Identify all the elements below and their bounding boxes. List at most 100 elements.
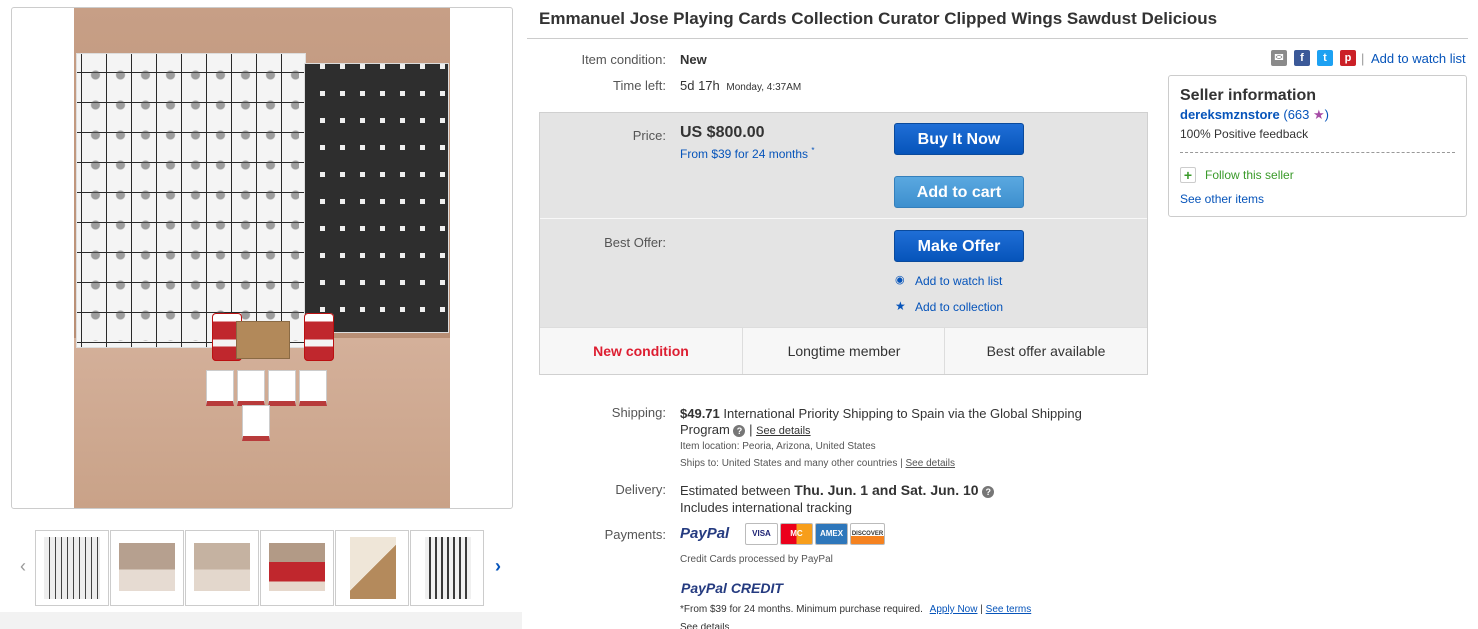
thumbnail[interactable] xyxy=(410,530,484,606)
help-icon[interactable]: ? xyxy=(733,425,746,437)
delivery-tracking: Includes international tracking xyxy=(680,500,852,515)
discover-icon: DISCOVER xyxy=(850,523,885,545)
item-location-row: Item location: Peoria, Arizona, United S… xyxy=(680,441,876,452)
star-icon: ★ xyxy=(895,299,906,313)
paypal-credit-terms: *From $39 for 24 months. Minimum purchas… xyxy=(680,604,923,615)
price-label: Price: xyxy=(632,128,666,143)
thumbnail-image xyxy=(194,543,250,591)
feature-longtime-member: Longtime member xyxy=(787,343,901,359)
payments-label: Payments: xyxy=(604,527,666,542)
card-deck xyxy=(242,405,270,441)
follow-seller-link[interactable]: Follow this seller xyxy=(1205,168,1294,182)
shipping-separator: | xyxy=(749,422,753,437)
thank-you-card xyxy=(236,321,290,359)
condition-value: New xyxy=(680,52,707,67)
time-left-label: Time left: xyxy=(613,78,666,93)
thumbnail-image xyxy=(119,543,175,591)
paypal-logo: PayPal xyxy=(680,525,730,542)
mastercard-icon: MC xyxy=(780,523,813,545)
see-terms-link[interactable]: See terms xyxy=(986,604,1032,615)
thumbnail-image xyxy=(269,543,325,591)
shipping-details-link[interactable]: See details xyxy=(756,425,810,437)
make-offer-button[interactable]: Make Offer xyxy=(894,230,1024,262)
pinterest-icon[interactable]: p xyxy=(1340,50,1356,66)
main-image-frame[interactable] xyxy=(11,7,513,509)
item-location-label: Item location: xyxy=(680,441,740,452)
delivery-prefix: Estimated between xyxy=(680,483,791,498)
shipping-label: Shipping: xyxy=(611,405,666,420)
thumbnail[interactable] xyxy=(335,530,409,606)
uncut-sheet-dark xyxy=(304,63,449,333)
ships-to-value: United States and many other countries | xyxy=(721,458,903,469)
seller-heading: Seller information xyxy=(1180,87,1317,104)
visa-icon: VISA xyxy=(745,523,778,545)
twitter-icon[interactable]: t xyxy=(1317,50,1333,66)
item-location-value: Peoria, Arizona, United States xyxy=(742,441,876,452)
uncut-sheet-white xyxy=(76,53,306,348)
add-to-watch-list-link[interactable]: Add to watch list xyxy=(915,274,1002,288)
card-deck xyxy=(206,370,234,406)
credit-cards-processed: Credit Cards processed by PayPal xyxy=(680,554,833,565)
condition-label: Item condition: xyxy=(581,52,666,67)
thumbnail-prev-icon[interactable]: ‹ xyxy=(14,556,32,576)
shipping-service: International Priority Shipping to Spain… xyxy=(723,406,1082,421)
shipping-cost: $49.71 xyxy=(680,406,720,421)
facebook-icon[interactable]: f xyxy=(1294,50,1310,66)
see-other-items-link[interactable]: See other items xyxy=(1180,192,1264,206)
financing-mark: * xyxy=(811,146,815,155)
terms-separator: | xyxy=(980,604,983,615)
seller-divider xyxy=(1180,152,1455,153)
ships-to-details-link[interactable]: See details xyxy=(906,458,955,469)
apply-now-link[interactable]: Apply Now xyxy=(930,604,978,615)
positive-feedback: 100% Positive feedback xyxy=(1180,127,1309,141)
feedback-star-icon: ★ xyxy=(1313,107,1325,122)
main-product-photo[interactable] xyxy=(74,8,450,508)
feedback-close: ) xyxy=(1324,107,1330,122)
thumbnail-image xyxy=(44,537,100,599)
title-divider xyxy=(527,38,1468,39)
time-left-duration: 5d 17h xyxy=(680,78,720,93)
feature-strip: New condition Longtime member Best offer… xyxy=(540,327,1147,374)
time-left-value: 5d 17h Monday, 4:37AM xyxy=(680,78,801,93)
thumbnail[interactable] xyxy=(185,530,259,606)
add-to-collection-link[interactable]: Add to collection xyxy=(915,300,1003,314)
seller-name-link[interactable]: dereksmznstore xyxy=(1180,107,1280,122)
financing-text: From $39 for 24 months xyxy=(680,147,809,161)
thumbnail-image xyxy=(350,537,396,599)
time-left-end: Monday, 4:37AM xyxy=(726,82,802,93)
plus-icon[interactable]: + xyxy=(1180,167,1196,183)
financing-link[interactable]: From $39 for 24 months * xyxy=(680,146,815,161)
thumbnail-strip-background xyxy=(0,612,522,629)
thumbnail[interactable] xyxy=(260,530,334,606)
seller-info-box: Seller information dereksmznstore (663 ★… xyxy=(1168,75,1467,217)
feedback-score-link[interactable]: 663 xyxy=(1288,107,1310,122)
thumbnail[interactable] xyxy=(35,530,109,606)
add-to-cart-button[interactable]: Add to cart xyxy=(894,176,1024,208)
paypal-credit-terms-row: *From $39 for 24 months. Minimum purchas… xyxy=(680,604,1031,615)
help-icon[interactable]: ? xyxy=(982,486,995,498)
ships-to-label: Ships to: xyxy=(680,458,719,469)
thumbnail[interactable] xyxy=(110,530,184,606)
feature-new-condition: New condition xyxy=(593,343,689,359)
buy-it-now-button[interactable]: Buy It Now xyxy=(894,123,1024,155)
payments-see-details-link[interactable]: See details xyxy=(680,623,729,629)
email-icon[interactable]: ✉ xyxy=(1271,50,1287,66)
feature-best-offer: Best offer available xyxy=(986,343,1106,359)
soup-can-right xyxy=(304,313,334,361)
thumbnail-image xyxy=(425,537,471,599)
thumbnail-next-icon[interactable]: › xyxy=(489,556,507,576)
amex-icon: AMEX xyxy=(815,523,848,545)
buy-box-divider xyxy=(540,218,1147,219)
share-separator: | xyxy=(1361,51,1365,66)
seller-name-row: dereksmznstore (663 ★) xyxy=(1180,107,1329,123)
shipping-program-row: Program ? | See details xyxy=(680,422,811,437)
paypal-credit-logo: PayPal CREDIT xyxy=(681,580,783,596)
delivery-label: Delivery: xyxy=(615,482,666,497)
item-title: Emmanuel Jose Playing Cards Collection C… xyxy=(539,9,1218,28)
shipping-program: Program xyxy=(680,422,730,437)
ships-to-row: Ships to: United States and many other c… xyxy=(680,458,955,469)
share-watch-link[interactable]: Add to watch list xyxy=(1371,51,1466,66)
card-deck xyxy=(299,370,327,406)
delivery-dates: Thu. Jun. 1 and Sat. Jun. 10 xyxy=(794,482,979,498)
price-value: US $800.00 xyxy=(680,124,765,141)
